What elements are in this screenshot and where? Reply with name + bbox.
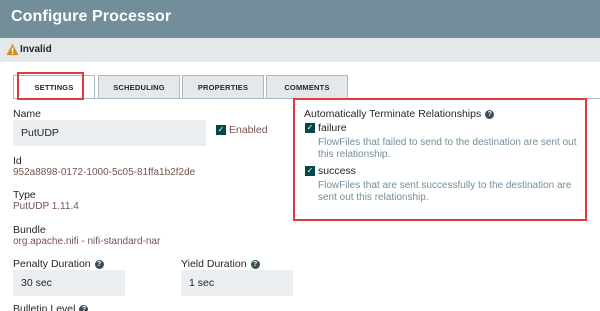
tab-comments[interactable]: COMMENTS xyxy=(266,75,348,99)
help-icon[interactable]: ? xyxy=(79,304,89,311)
help-icon[interactable]: ? xyxy=(250,259,260,269)
bundle-value: org.apache.nifi - nifi-standard-nar xyxy=(13,236,161,247)
bulletin-level-label: Bulletin Level? xyxy=(13,303,89,311)
failure-description: FlowFiles that failed to send to the des… xyxy=(318,137,577,160)
dialog-header: Configure Processor xyxy=(0,0,600,38)
name-label: Name xyxy=(13,108,42,120)
highlight-settings-tab xyxy=(17,72,84,100)
yield-duration-label-text: Yield Duration xyxy=(181,258,247,270)
type-value: PutUDP 1.11.4 xyxy=(13,201,79,212)
relationships-title: Automatically Terminate Relationships? xyxy=(304,108,495,120)
success-checkbox[interactable]: ✓ xyxy=(305,166,315,176)
penalty-duration-label-text: Penalty Duration xyxy=(13,258,91,270)
status-bar: Invalid xyxy=(0,38,600,62)
penalty-duration-input[interactable]: 30 sec xyxy=(13,270,125,296)
yield-duration-input[interactable]: 1 sec xyxy=(181,270,293,296)
penalty-duration-label: Penalty Duration? xyxy=(13,258,104,270)
failure-checkbox[interactable]: ✓ xyxy=(305,123,315,133)
dialog-title: Configure Processor xyxy=(11,8,172,25)
id-label: Id xyxy=(13,155,22,167)
id-value: 952a8898-0172-1000-5c05-81ffa1b2f2de xyxy=(13,167,196,178)
yield-duration-label: Yield Duration? xyxy=(181,258,260,270)
success-label: success xyxy=(318,165,356,177)
tab-properties[interactable]: PROPERTIES xyxy=(182,75,264,99)
enabled-checkbox[interactable]: ✓ xyxy=(216,125,226,135)
tab-scheduling[interactable]: SCHEDULING xyxy=(98,75,180,99)
relationships-title-text: Automatically Terminate Relationships xyxy=(304,108,482,120)
bulletin-level-label-text: Bulletin Level xyxy=(13,303,76,311)
success-description: FlowFiles that are sent successfully to … xyxy=(318,180,572,203)
warning-icon xyxy=(6,43,19,56)
enabled-label: Enabled xyxy=(229,124,268,136)
bundle-label: Bundle xyxy=(13,224,46,236)
type-label: Type xyxy=(13,189,36,201)
help-icon[interactable]: ? xyxy=(94,259,104,269)
name-input[interactable]: PutUDP xyxy=(13,120,206,146)
status-text: Invalid xyxy=(20,44,52,55)
failure-label: failure xyxy=(318,122,347,134)
help-icon[interactable]: ? xyxy=(485,109,495,119)
